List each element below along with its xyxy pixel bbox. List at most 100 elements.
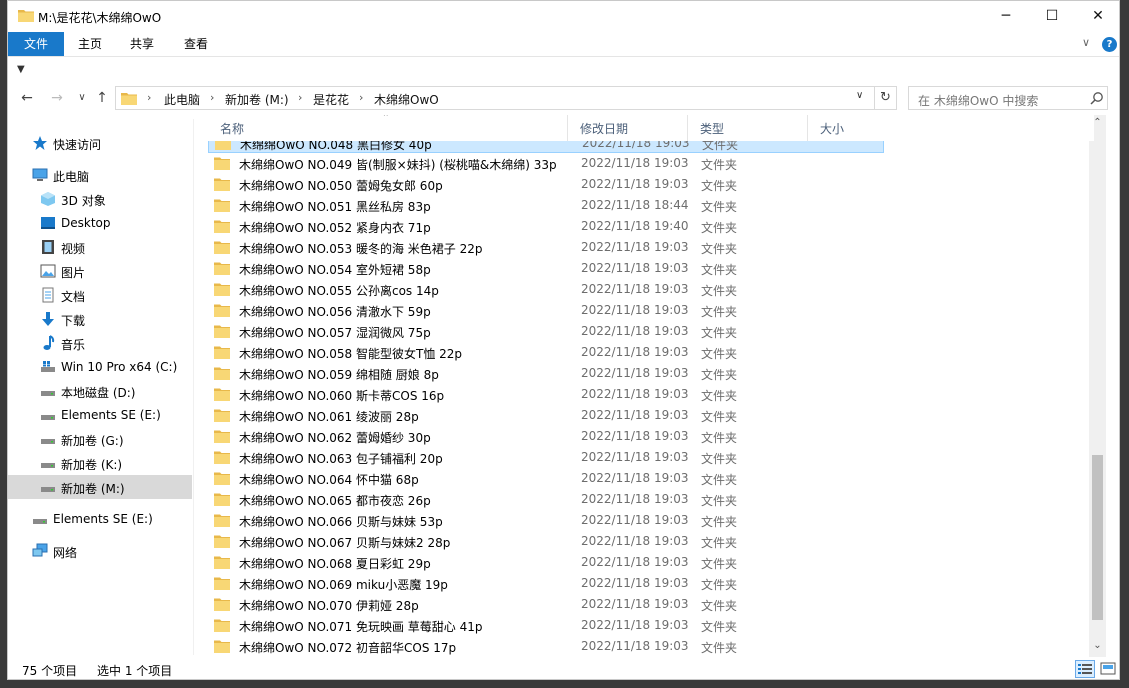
tab-share[interactable]: 共享: [118, 32, 166, 56]
breadcrumb-chevron-icon[interactable]: ›: [359, 91, 363, 104]
file-row[interactable]: 木绵绵OwO NO.072 初音韶华COS 17p 2022/11/18 19:0…: [208, 636, 884, 657]
breadcrumb-this-pc[interactable]: 此电脑: [164, 91, 200, 108]
file-row[interactable]: 木绵绵OwO NO.063 包子铺福利 20p 2022/11/18 19:03 文…: [208, 447, 884, 468]
file-row[interactable]: 木绵绵OwO NO.061 绫波丽 28p 2022/11/18 19:03 文件夹: [208, 405, 884, 426]
nav-item-downloads[interactable]: 下载: [8, 307, 192, 331]
address-history-chevron-icon[interactable]: ∨: [856, 90, 863, 101]
up-arrow-icon[interactable]: ↑: [92, 88, 112, 108]
large-icons-view-button[interactable]: [1098, 660, 1118, 678]
nav-item-drive-m[interactable]: 新加卷 (M:): [8, 475, 192, 499]
breadcrumb-current-folder[interactable]: 木绵绵OwO: [374, 91, 439, 108]
file-row[interactable]: 木绵绵OwO NO.070 伊莉娅 28p 2022/11/18 19:03 文件夹: [208, 594, 884, 615]
nav-item-drive-d[interactable]: 本地磁盘 (D:): [8, 379, 192, 403]
file-row[interactable]: 木绵绵OwO NO.055 公孙离cos 14p 2022/11/18 19:03…: [208, 279, 884, 300]
file-row[interactable]: 木绵绵OwO NO.067 贝斯与妹妹2 28p 2022/11/18 19:03…: [208, 531, 884, 552]
file-list: ⌃ 名称 修改日期 类型 大小 木绵绵OwO NO.048 黑白修女 40p 20…: [194, 115, 1104, 657]
file-name: 木绵绵OwO NO.066 贝斯与妹妹 53p: [239, 515, 443, 529]
nav-item-quick-access[interactable]: 快速访问: [8, 131, 192, 155]
file-row[interactable]: 木绵绵OwO NO.052 紧身内衣 71p 2022/11/18 19:40 文件…: [208, 216, 884, 237]
nav-item-videos[interactable]: 视频: [8, 235, 192, 259]
search-input[interactable]: 在 木绵绵OwO 中搜索: [908, 86, 1108, 110]
file-row[interactable]: 木绵绵OwO NO.062 蕾姆婚纱 30p 2022/11/18 19:03 文件…: [208, 426, 884, 447]
customize-toolbar-icon[interactable]: ▼: [17, 64, 25, 75]
nav-item-drive-g[interactable]: 新加卷 (G:): [8, 427, 192, 451]
help-icon[interactable]: ?: [1102, 37, 1117, 52]
vertical-scrollbar[interactable]: ⌃ ⌄: [1089, 115, 1106, 657]
nav-item-drive-k[interactable]: 新加卷 (K:): [8, 451, 192, 475]
file-modified-date: 2022/11/18 19:03: [581, 513, 689, 527]
nav-item-documents[interactable]: 文档: [8, 283, 192, 307]
file-row[interactable]: 木绵绵OwO NO.057 湿润微风 75p 2022/11/18 19:03 文件…: [208, 321, 884, 342]
breadcrumb-folder-1[interactable]: 是花花: [313, 91, 349, 108]
tab-home[interactable]: 主页: [66, 32, 114, 56]
file-name: 木绵绵OwO NO.064 怀中猫 68p: [239, 473, 419, 487]
nav-item-elements-se[interactable]: Elements SE (E:): [8, 507, 192, 531]
file-name: 木绵绵OwO NO.068 夏日彩虹 29p: [239, 557, 431, 571]
file-modified-date: 2022/11/18 19:03: [581, 471, 689, 485]
quick-access-toolbar: ▼: [8, 58, 1119, 80]
title-bar[interactable]: M:\是花花\木绵绵OwO ─ ☐ ✕: [8, 1, 1119, 31]
nav-item-pictures[interactable]: 图片: [8, 259, 192, 283]
breadcrumb-drive-m[interactable]: 新加卷 (M:): [225, 91, 289, 108]
file-row[interactable]: 木绵绵OwO NO.053 暖冬的海 米色裙子 22p 2022/11/18 19…: [208, 237, 884, 258]
column-header-type[interactable]: 类型: [688, 115, 808, 141]
file-modified-date: 2022/11/18 18:44: [581, 198, 689, 212]
desktop-icon: [41, 217, 55, 229]
nav-item-desktop[interactable]: Desktop: [8, 211, 192, 235]
file-row[interactable]: 木绵绵OwO NO.056 清澈水下 59p 2022/11/18 19:03 文件…: [208, 300, 884, 321]
preview-pane-chevron-icon[interactable]: ‹: [1115, 377, 1119, 401]
file-row[interactable]: 木绵绵OwO NO.068 夏日彩虹 29p 2022/11/18 19:03 文件…: [208, 552, 884, 573]
maximize-button[interactable]: ☐: [1029, 1, 1075, 31]
folder-icon: [214, 325, 230, 338]
file-name: 木绵绵OwO NO.059 绵相随 厨娘 8p: [239, 368, 439, 382]
breadcrumb-chevron-icon[interactable]: ›: [147, 91, 151, 104]
scrollbar-thumb[interactable]: [1092, 455, 1103, 620]
file-row[interactable]: 木绵绵OwO NO.051 黑丝私房 83p 2022/11/18 18:44 文件…: [208, 195, 884, 216]
folder-icon: [121, 93, 137, 105]
scroll-down-arrow-icon[interactable]: ⌄: [1089, 640, 1106, 654]
minimize-button[interactable]: ─: [983, 1, 1029, 31]
column-header-date[interactable]: 修改日期: [568, 115, 688, 141]
details-view-button[interactable]: [1075, 660, 1095, 678]
file-row[interactable]: 木绵绵OwO NO.071 免玩映画 草莓甜心 41p 2022/11/18 19…: [208, 615, 884, 636]
refresh-icon[interactable]: ↻: [875, 86, 897, 110]
file-row[interactable]: 木绵绵OwO NO.059 绵相随 厨娘 8p 2022/11/18 19:03 文…: [208, 363, 884, 384]
folder-icon: [214, 157, 230, 170]
file-row[interactable]: 木绵绵OwO NO.069 miku小恶魔 19p 2022/11/18 19:0…: [208, 573, 884, 594]
file-name: 木绵绵OwO NO.070 伊莉娅 28p: [239, 599, 419, 613]
folder-icon: [214, 367, 230, 380]
tab-file[interactable]: 文件: [8, 32, 64, 56]
folder-icon: [214, 346, 230, 359]
tab-view[interactable]: 查看: [172, 32, 220, 56]
file-row[interactable]: 木绵绵OwO NO.064 怀中猫 68p 2022/11/18 19:03 文件夹: [208, 468, 884, 489]
file-modified-date: 2022/11/18 19:03: [581, 240, 689, 254]
nav-item-music[interactable]: 音乐: [8, 331, 192, 355]
recent-locations-chevron-icon[interactable]: ∨: [72, 88, 92, 108]
breadcrumb-chevron-icon[interactable]: ›: [210, 91, 214, 104]
documents-icon: [42, 287, 54, 303]
address-bar[interactable]: › 此电脑 › 新加卷 (M:) › 是花花 › 木绵绵OwO ∨: [115, 86, 875, 110]
column-header-size[interactable]: 大小: [808, 115, 888, 141]
search-icon[interactable]: [1090, 91, 1104, 105]
nav-item-this-pc[interactable]: 此电脑: [8, 163, 192, 187]
nav-item-drive-c[interactable]: Win 10 Pro x64 (C:): [8, 355, 192, 379]
file-row[interactable]: 木绵绵OwO NO.058 智能型彼女T恤 22p 2022/11/18 19:0…: [208, 342, 884, 363]
column-header-name[interactable]: 名称: [208, 115, 568, 141]
file-row[interactable]: 木绵绵OwO NO.060 斯卡蒂COS 16p 2022/11/18 19:03…: [208, 384, 884, 405]
file-type: 文件夹: [701, 515, 738, 529]
file-name: 木绵绵OwO NO.060 斯卡蒂COS 16p: [239, 389, 445, 403]
back-arrow-icon[interactable]: ←: [17, 88, 37, 108]
breadcrumb-chevron-icon[interactable]: ›: [298, 91, 302, 104]
file-row[interactable]: 木绵绵OwO NO.066 贝斯与妹妹 53p 2022/11/18 19:03 文…: [208, 510, 884, 531]
close-button[interactable]: ✕: [1075, 1, 1119, 31]
forward-arrow-icon[interactable]: →: [47, 88, 67, 108]
nav-item-network[interactable]: 网络: [8, 539, 192, 563]
nav-item-drive-e[interactable]: Elements SE (E:): [8, 403, 192, 427]
file-row[interactable]: 木绵绵OwO NO.065 都市夜恋 26p 2022/11/18 19:03 文件…: [208, 489, 884, 510]
file-row[interactable]: 木绵绵OwO NO.054 室外短裙 58p 2022/11/18 19:03 文件…: [208, 258, 884, 279]
file-row[interactable]: 木绵绵OwO NO.049 皆(制服×妹抖) (桜桃喵&木绵绵) 33p 2022…: [208, 153, 884, 174]
file-row[interactable]: 木绵绵OwO NO.050 蕾姆兔女郎 60p 2022/11/18 19:03 文…: [208, 174, 884, 195]
file-type: 文件夹: [701, 452, 738, 466]
nav-item-3d-objects[interactable]: 3D 对象: [8, 187, 192, 211]
chevron-down-icon[interactable]: ∨: [1082, 36, 1090, 49]
